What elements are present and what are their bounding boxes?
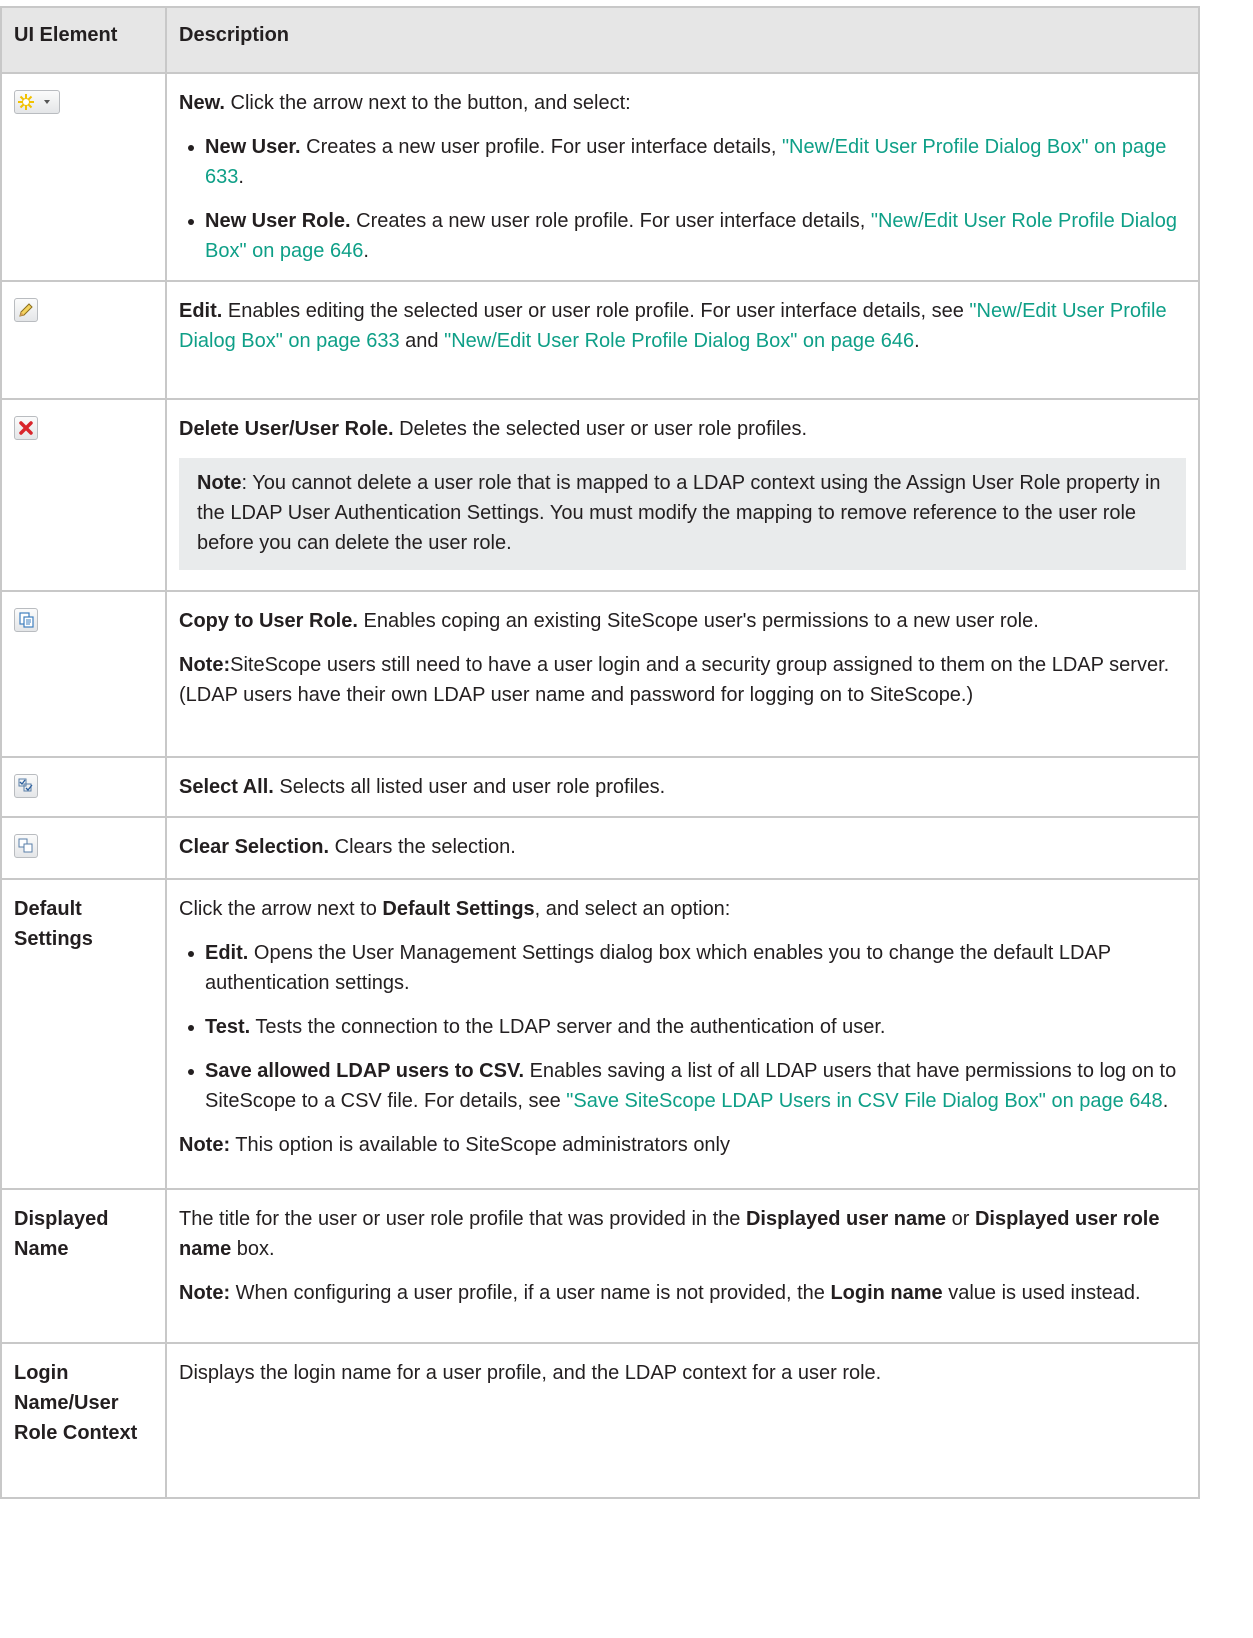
- copy-icon: [14, 608, 38, 632]
- element-cell: [0, 756, 167, 818]
- table-row-edit: Edit. Enables editing the selected user …: [0, 280, 1200, 400]
- description-cell: The title for the user or user role prof…: [165, 1188, 1200, 1344]
- table-row-delete: Delete User/User Role. Deletes the selec…: [0, 398, 1200, 592]
- element-cell: [0, 398, 167, 592]
- link-save-sitescope-ldap-users[interactable]: "Save SiteScope LDAP Users in CSV File D…: [566, 1090, 1162, 1112]
- table-row-displayed-name: Displayed Name The title for the user or…: [0, 1188, 1200, 1344]
- table-row-copy: Copy to User Role. Enables coping an exi…: [0, 590, 1200, 758]
- element-label: Default Settings: [14, 898, 93, 950]
- element-cell: Displayed Name: [0, 1188, 167, 1344]
- select-all-icon: [14, 774, 38, 798]
- element-cell: [0, 816, 167, 880]
- ui-elements-table: UI Element Description New. Click the ar…: [0, 6, 1200, 1499]
- table-row-login-name: Login Name/User Role Context Displays th…: [0, 1342, 1200, 1499]
- element-cell: [0, 590, 167, 758]
- element-cell: Login Name/User Role Context: [0, 1342, 167, 1499]
- pencil-icon: [14, 298, 38, 322]
- note-box: Note: You cannot delete a user role that…: [179, 458, 1186, 570]
- description-cell: New. Click the arrow next to the button,…: [165, 72, 1200, 282]
- list-item: Save allowed LDAP users to CSV. Enables …: [179, 1056, 1186, 1116]
- description-cell: Select All. Selects all listed user and …: [165, 756, 1200, 818]
- description-cell: Clear Selection. Clears the selection.: [165, 816, 1200, 880]
- clear-selection-icon: [14, 834, 38, 858]
- element-cell: [0, 280, 167, 400]
- table-row-select-all: Select All. Selects all listed user and …: [0, 756, 1200, 818]
- table-row-default-settings: Default Settings Click the arrow next to…: [0, 878, 1200, 1190]
- new-star-dropdown-icon: [14, 90, 60, 114]
- table-row-new: New. Click the arrow next to the button,…: [0, 72, 1200, 282]
- description-cell: Copy to User Role. Enables coping an exi…: [165, 590, 1200, 758]
- element-cell: [0, 72, 167, 282]
- element-label: Login Name/User Role Context: [14, 1362, 138, 1444]
- table-row-clear-selection: Clear Selection. Clears the selection.: [0, 816, 1200, 880]
- header-ui-element: UI Element: [0, 6, 167, 74]
- list-item: Edit. Opens the User Management Settings…: [179, 938, 1186, 998]
- description-cell: Edit. Enables editing the selected user …: [165, 280, 1200, 400]
- delete-x-icon: [14, 416, 38, 440]
- link-new-edit-user-role-profile[interactable]: "New/Edit User Role Profile Dialog Box" …: [444, 330, 914, 352]
- table-header-row: UI Element Description: [0, 6, 1200, 74]
- element-cell: Default Settings: [0, 878, 167, 1190]
- description-cell: Delete User/User Role. Deletes the selec…: [165, 398, 1200, 592]
- header-description: Description: [165, 6, 1200, 74]
- element-label: Displayed Name: [14, 1208, 109, 1260]
- description-cell: Displays the login name for a user profi…: [165, 1342, 1200, 1499]
- list-item: New User. Creates a new user profile. Fo…: [179, 132, 1186, 192]
- list-item: New User Role. Creates a new user role p…: [179, 206, 1186, 266]
- list-item: Test. Tests the connection to the LDAP s…: [179, 1012, 1186, 1042]
- description-cell: Click the arrow next to Default Settings…: [165, 878, 1200, 1190]
- new-intro: Click the arrow next to the button, and …: [224, 92, 631, 114]
- new-title: New.: [179, 92, 225, 114]
